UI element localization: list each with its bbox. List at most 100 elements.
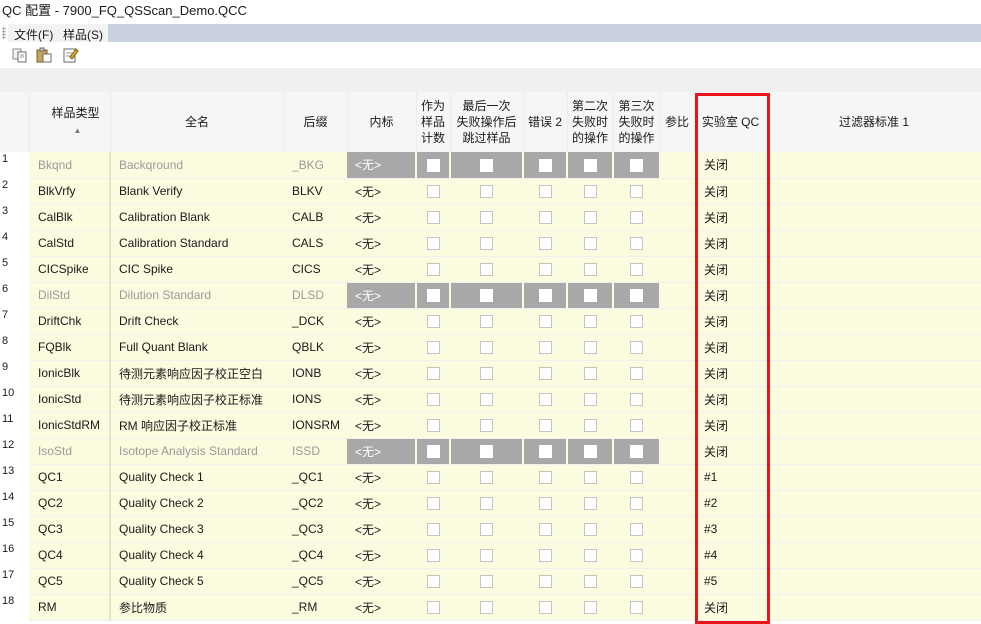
table-row[interactable]: 7 DriftChk Drift Check _DCK <无> 关闭 (0, 308, 981, 335)
second-fail-action-checkbox[interactable] (567, 308, 613, 335)
suffix-cell[interactable]: CALB (284, 204, 347, 231)
table-row[interactable]: 13 QC1 Quality Check 1 _QC1 <无> #1 (0, 464, 981, 491)
menu-sample[interactable]: 样品(S) (63, 26, 103, 43)
second-fail-action-checkbox[interactable] (567, 438, 614, 465)
suffix-cell[interactable]: _QC5 (284, 568, 347, 595)
error-2-checkbox[interactable] (523, 152, 568, 179)
header-second-fail-action[interactable]: 第二次 失败时 的操作 (567, 92, 614, 152)
reference-cell[interactable] (660, 230, 694, 257)
header-sample-type[interactable]: 样品类型 ▲ (29, 92, 111, 152)
checkbox-icon[interactable] (480, 289, 493, 303)
reference-cell[interactable] (660, 464, 694, 491)
checkbox-icon[interactable] (426, 367, 440, 381)
sample-type-cell[interactable]: QC2 (29, 490, 111, 517)
filter-standard-cell[interactable] (767, 256, 981, 283)
checkbox-icon[interactable] (630, 185, 643, 199)
skip-after-last-fail-checkbox[interactable] (450, 542, 523, 569)
second-fail-action-checkbox[interactable] (567, 178, 613, 205)
internal-standard-cell[interactable]: <无> (347, 568, 416, 595)
third-fail-action-checkbox[interactable] (613, 152, 661, 179)
header-third-fail-action[interactable]: 第三次 失败时 的操作 (613, 92, 661, 152)
third-fail-action-checkbox[interactable] (613, 516, 660, 543)
full-name-cell[interactable]: Quality Check 3 (110, 516, 284, 543)
checkbox-icon[interactable] (583, 575, 597, 589)
third-fail-action-checkbox[interactable] (613, 464, 660, 491)
edit-icon[interactable] (63, 47, 79, 63)
internal-standard-cell[interactable]: <无> (347, 204, 416, 231)
checkbox-icon[interactable] (480, 341, 493, 355)
checkbox-icon[interactable] (480, 601, 493, 615)
reference-cell[interactable] (660, 490, 694, 517)
second-fail-action-checkbox[interactable] (567, 152, 614, 179)
checkbox-icon[interactable] (583, 341, 597, 355)
skip-after-last-fail-checkbox[interactable] (450, 438, 524, 465)
table-row[interactable]: 12 IsoStd Isotope Analysis Standard ISSD <无>… (0, 438, 981, 465)
menu-file[interactable]: 文件(F) (14, 26, 53, 43)
table-row[interactable]: 11 IonicStdRM RM 响应因子校正标准 IONSRM <无> 关闭 (0, 412, 981, 439)
checkbox-icon[interactable] (583, 211, 597, 225)
checkbox-icon[interactable] (538, 497, 552, 511)
internal-standard-cell[interactable]: <无> (347, 516, 416, 543)
sample-type-cell[interactable]: DriftChk (29, 308, 111, 335)
checkbox-icon[interactable] (630, 445, 643, 459)
suffix-cell[interactable]: BLKV (284, 178, 347, 205)
checkbox-icon[interactable] (426, 158, 440, 172)
checkbox-icon[interactable] (630, 393, 643, 407)
checkbox-icon[interactable] (538, 158, 552, 172)
sample-type-cell[interactable]: QC4 (29, 542, 111, 569)
error-2-checkbox[interactable] (523, 204, 567, 231)
checkbox-icon[interactable] (538, 237, 552, 251)
internal-standard-cell[interactable]: <无> (347, 412, 416, 439)
checkbox-icon[interactable] (630, 263, 643, 277)
internal-standard-cell[interactable]: <无> (347, 490, 416, 517)
checkbox-icon[interactable] (538, 523, 552, 537)
checkbox-icon[interactable] (630, 211, 643, 225)
checkbox-icon[interactable] (480, 445, 493, 459)
internal-standard-cell[interactable]: <无> (347, 230, 416, 257)
full-name-cell[interactable]: Blank Verify (110, 178, 284, 205)
table-row[interactable]: 18 RM 参比物质 _RM <无> 关闭 (0, 594, 981, 621)
skip-after-last-fail-checkbox[interactable] (450, 594, 523, 621)
suffix-cell[interactable]: _QC3 (284, 516, 347, 543)
reference-cell[interactable] (660, 568, 694, 595)
checkbox-icon[interactable] (630, 315, 643, 329)
internal-standard-cell[interactable]: <无> (347, 438, 417, 465)
sample-type-cell[interactable]: CalStd (29, 230, 111, 257)
checkbox-icon[interactable] (538, 549, 552, 563)
lab-qc-cell[interactable]: #3 (694, 516, 767, 543)
table-row[interactable]: 10 IonicStd 待测元素响应因子校正标准 IONS <无> 关闭 (0, 386, 981, 413)
full-name-cell[interactable]: Calibration Blank (110, 204, 284, 231)
checkbox-icon[interactable] (583, 289, 597, 303)
lab-qc-cell[interactable]: 关闭 (694, 412, 767, 439)
full-name-cell[interactable]: Quality Check 4 (110, 542, 284, 569)
header-suffix[interactable]: 后缀 (284, 92, 348, 152)
table-row[interactable]: 6 DilStd Dilution Standard DLSD <无> 关闭 (0, 282, 981, 309)
skip-after-last-fail-checkbox[interactable] (450, 152, 524, 179)
error-2-checkbox[interactable] (523, 490, 567, 517)
second-fail-action-checkbox[interactable] (567, 230, 613, 257)
lab-qc-cell[interactable]: 关闭 (694, 386, 767, 413)
checkbox-icon[interactable] (583, 523, 597, 537)
checkbox-icon[interactable] (480, 185, 493, 199)
checkbox-icon[interactable] (426, 393, 440, 407)
internal-standard-cell[interactable]: <无> (347, 594, 416, 621)
checkbox-icon[interactable] (426, 237, 440, 251)
error-2-checkbox[interactable] (523, 542, 567, 569)
error-2-checkbox[interactable] (523, 178, 567, 205)
checkbox-icon[interactable] (538, 341, 552, 355)
lab-qc-cell[interactable]: 关闭 (694, 230, 767, 257)
third-fail-action-checkbox[interactable] (613, 360, 660, 387)
header-filter-standard-1[interactable]: 过滤器标准 1 (767, 92, 981, 152)
filter-standard-cell[interactable] (767, 594, 981, 621)
third-fail-action-checkbox[interactable] (613, 542, 660, 569)
count-as-sample-checkbox[interactable] (416, 412, 450, 439)
error-2-checkbox[interactable] (523, 308, 567, 335)
third-fail-action-checkbox[interactable] (613, 308, 660, 335)
skip-after-last-fail-checkbox[interactable] (450, 516, 523, 543)
second-fail-action-checkbox[interactable] (567, 334, 613, 361)
suffix-cell[interactable]: DLSD (284, 282, 347, 309)
internal-standard-cell[interactable]: <无> (347, 152, 417, 179)
second-fail-action-checkbox[interactable] (567, 412, 613, 439)
third-fail-action-checkbox[interactable] (613, 230, 660, 257)
suffix-cell[interactable]: _QC2 (284, 490, 347, 517)
